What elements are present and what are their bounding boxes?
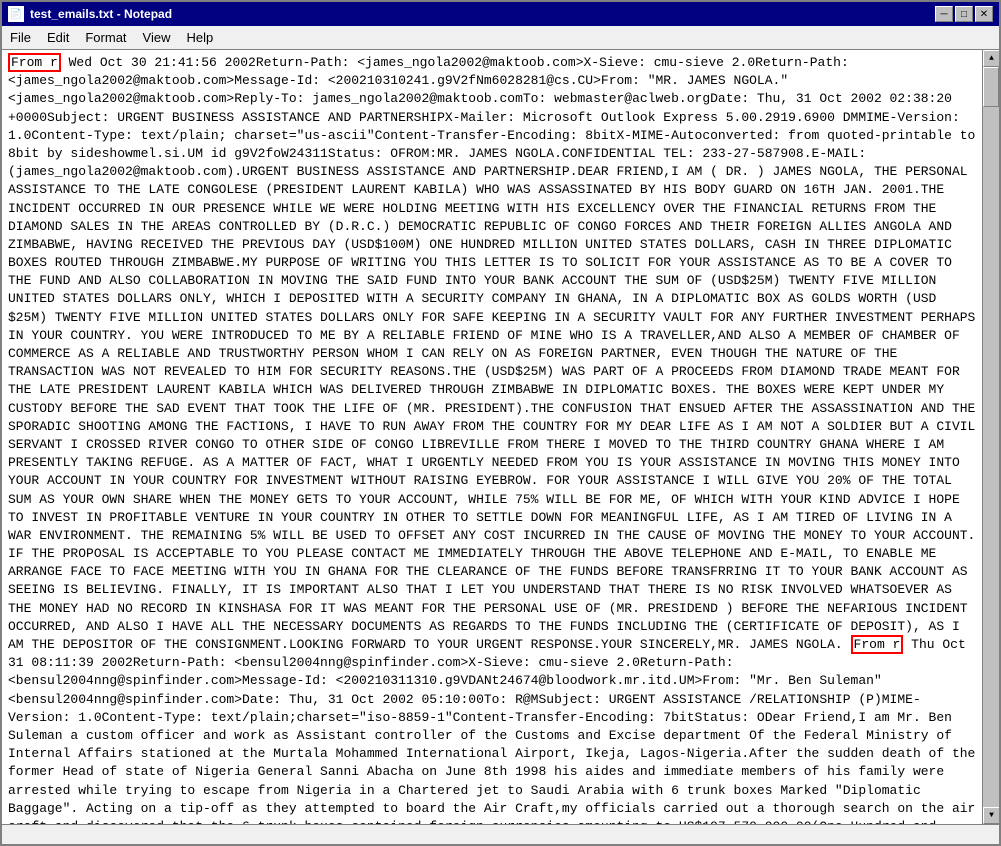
text-body-2: Thu Oct 31 08:11:39 2002Return-Path: <be… (8, 637, 982, 824)
status-bar (2, 824, 999, 844)
scrollbar-track[interactable] (983, 67, 999, 807)
content-area: From r Wed Oct 30 21:41:56 2002Return-Pa… (2, 50, 999, 824)
scroll-up-button[interactable]: ▲ (983, 50, 999, 67)
title-bar-controls: ─ □ ✕ (935, 6, 993, 22)
app-icon: 📄 (8, 6, 24, 22)
menu-help[interactable]: Help (178, 28, 221, 47)
notepad-window: 📄 test_emails.txt - Notepad ─ □ ✕ File E… (0, 0, 1001, 846)
menu-edit[interactable]: Edit (39, 28, 77, 47)
menu-format[interactable]: Format (77, 28, 134, 47)
scrollbar-vertical[interactable]: ▲ ▼ (982, 50, 999, 824)
from-highlight-1: From r (8, 53, 61, 72)
maximize-button[interactable]: □ (955, 6, 973, 22)
close-button[interactable]: ✕ (975, 6, 993, 22)
from-highlight-2: From r (851, 635, 904, 654)
scrollbar-thumb[interactable] (983, 67, 999, 107)
window-title: test_emails.txt - Notepad (30, 7, 172, 21)
text-content[interactable]: From r Wed Oct 30 21:41:56 2002Return-Pa… (2, 50, 982, 824)
menu-view[interactable]: View (135, 28, 179, 47)
title-bar: 📄 test_emails.txt - Notepad ─ □ ✕ (2, 2, 999, 26)
minimize-button[interactable]: ─ (935, 6, 953, 22)
text-body-1: Wed Oct 30 21:41:56 2002Return-Path: <ja… (8, 55, 982, 652)
menu-bar: File Edit Format View Help (2, 26, 999, 50)
title-bar-left: 📄 test_emails.txt - Notepad (8, 6, 172, 22)
menu-file[interactable]: File (2, 28, 39, 47)
scroll-down-button[interactable]: ▼ (983, 807, 999, 824)
